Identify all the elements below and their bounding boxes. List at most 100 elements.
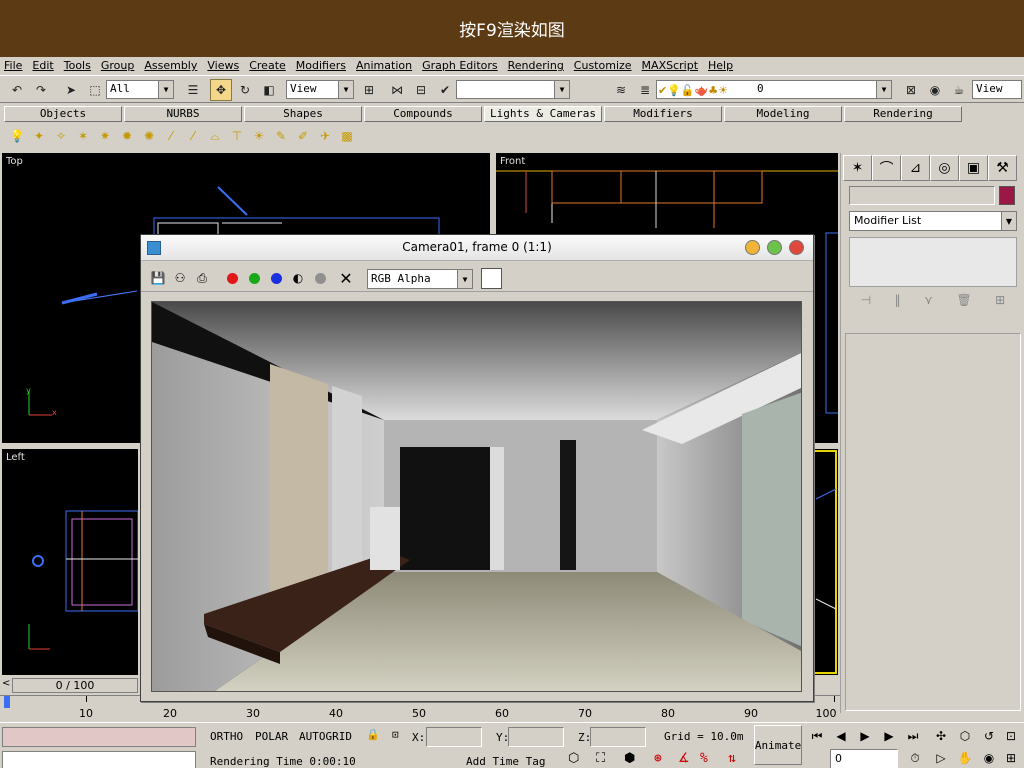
- arc-rotate-icon[interactable]: ⬡: [954, 727, 976, 745]
- render-type-dropdown[interactable]: View: [972, 80, 1022, 99]
- menu-assembly[interactable]: Assembly: [144, 59, 197, 72]
- camera-tool-icon[interactable]: ▩: [336, 126, 358, 146]
- close-icon[interactable]: [789, 240, 804, 255]
- menu-create[interactable]: Create: [249, 59, 286, 72]
- cube-icon[interactable]: ⬢: [624, 751, 635, 766]
- free-camera-icon[interactable]: ✐: [292, 126, 314, 146]
- material-editor-icon[interactable]: ◉: [924, 79, 946, 101]
- free-spot-icon[interactable]: ✧: [50, 126, 72, 146]
- eye-icon[interactable]: ◉: [978, 749, 1000, 767]
- save-icon[interactable]: 💾: [149, 269, 167, 287]
- omni-light-icon[interactable]: 💡: [6, 126, 28, 146]
- area-light-icon[interactable]: ⁄: [182, 126, 204, 146]
- linear-light-icon[interactable]: ⁄: [160, 126, 182, 146]
- mirror-icon[interactable]: ⋈: [386, 79, 408, 101]
- rotate-icon[interactable]: ↻: [234, 79, 256, 101]
- maximize-viewport-icon[interactable]: ⊡: [1000, 727, 1022, 745]
- polar-toggle[interactable]: POLAR: [255, 730, 288, 743]
- region-select-icon[interactable]: ⬚: [84, 79, 106, 101]
- hand-icon[interactable]: ✋: [954, 749, 976, 767]
- goto-end-icon[interactable]: ⏭: [902, 727, 924, 745]
- show-end-result-icon[interactable]: ‖: [895, 293, 901, 313]
- channel-dropdown[interactable]: RGB Alpha ▼: [367, 269, 473, 289]
- redo-icon[interactable]: ↷: [30, 79, 52, 101]
- alpha-channel-icon[interactable]: ◐: [289, 269, 307, 287]
- selection-filter-dropdown[interactable]: All ▼: [106, 80, 174, 99]
- camera-match-icon[interactable]: ✈: [314, 126, 336, 146]
- make-unique-icon[interactable]: ⋎: [924, 293, 933, 313]
- skylight-icon[interactable]: ✹: [116, 126, 138, 146]
- absolute-mode-icon[interactable]: ⊡: [392, 728, 399, 741]
- target-spot-icon[interactable]: ✦: [28, 126, 50, 146]
- tab-modifiers[interactable]: Modifiers: [604, 106, 722, 122]
- angle-snap-icon[interactable]: ∡: [678, 751, 690, 766]
- sunlight-icon[interactable]: ☀: [248, 126, 270, 146]
- autogrid-toggle[interactable]: AUTOGRID: [299, 730, 352, 743]
- minimize-icon[interactable]: [745, 240, 760, 255]
- tab-objects[interactable]: Objects: [4, 106, 122, 122]
- pin-stack-icon[interactable]: ⊣: [861, 293, 871, 313]
- remove-modifier-icon[interactable]: 🗑: [956, 293, 971, 313]
- layer-manager-icon[interactable]: ≋: [610, 79, 632, 101]
- schematic-icon[interactable]: ⊠: [900, 79, 922, 101]
- move-icon[interactable]: ✥: [210, 79, 232, 101]
- menu-rendering[interactable]: Rendering: [508, 59, 564, 72]
- snap-toggle-icon[interactable]: ⊛: [654, 751, 662, 766]
- utilities-tab-icon[interactable]: ⚒: [988, 155, 1017, 181]
- play-icon[interactable]: ▶: [854, 727, 876, 745]
- menu-animation[interactable]: Animation: [356, 59, 412, 72]
- select-arrow-icon[interactable]: ➤: [60, 79, 82, 101]
- animate-button[interactable]: Animate: [754, 725, 802, 765]
- menu-edit[interactable]: Edit: [32, 59, 53, 72]
- ortho-toggle[interactable]: ORTHO: [210, 730, 243, 743]
- pixel-color-swatch[interactable]: [481, 268, 502, 289]
- tab-compounds[interactable]: Compounds: [364, 106, 482, 122]
- render-teapot-icon[interactable]: ☕: [948, 79, 970, 101]
- prev-frame-icon[interactable]: ◀: [830, 727, 852, 745]
- green-channel-icon[interactable]: [245, 269, 263, 287]
- menu-tools[interactable]: Tools: [64, 59, 91, 72]
- display-tab-icon[interactable]: ▣: [959, 155, 988, 181]
- maxscript-listener-mini[interactable]: [2, 727, 196, 747]
- clone-icon[interactable]: ⚇: [171, 269, 189, 287]
- ref-coord-dropdown[interactable]: View ▼: [286, 80, 354, 99]
- x-coordinate-field[interactable]: [426, 727, 482, 747]
- blue-channel-icon[interactable]: [267, 269, 285, 287]
- tab-rendering[interactable]: Rendering: [844, 106, 962, 122]
- y-coordinate-field[interactable]: [508, 727, 564, 747]
- motion-tab-icon[interactable]: ◎: [930, 155, 959, 181]
- object-name-field[interactable]: [849, 186, 995, 205]
- menu-graph-editors[interactable]: Graph Editors: [422, 59, 498, 72]
- tab-modeling[interactable]: Modeling: [724, 106, 842, 122]
- spot-cone-icon[interactable]: ⌓: [204, 126, 226, 146]
- print-icon[interactable]: ⎙: [193, 269, 211, 287]
- spinner-snap-icon[interactable]: ✔: [434, 79, 456, 101]
- z-coordinate-field[interactable]: [590, 727, 646, 747]
- render-window-titlebar[interactable]: Camera01, frame 0 (1:1): [141, 235, 813, 261]
- tab-lights-cameras[interactable]: Lights & Cameras: [484, 106, 602, 122]
- menu-modifiers[interactable]: Modifiers: [296, 59, 346, 72]
- tab-nurbs[interactable]: NURBS: [124, 106, 242, 122]
- menu-customize[interactable]: Customize: [574, 59, 632, 72]
- time-slider[interactable]: 0 / 100: [12, 678, 138, 693]
- create-tab-icon[interactable]: ✶: [843, 155, 872, 181]
- hierarchy-tab-icon[interactable]: ⊿: [901, 155, 930, 181]
- pan-icon[interactable]: ✣: [930, 727, 952, 745]
- select-by-name-icon[interactable]: ☰: [182, 79, 204, 101]
- selection-lock-icon[interactable]: ⬡: [568, 751, 579, 766]
- time-config-icon[interactable]: ⏱: [904, 749, 926, 767]
- layers-icon[interactable]: ≣: [634, 79, 656, 101]
- pivot-icon[interactable]: ⊞: [358, 79, 380, 101]
- object-color-swatch[interactable]: [999, 186, 1015, 205]
- percent-snap-icon[interactable]: %: [700, 751, 708, 766]
- menu-file[interactable]: File: [4, 59, 22, 72]
- crossing-icon[interactable]: ⛶: [596, 751, 605, 766]
- undo-icon[interactable]: ↶: [6, 79, 28, 101]
- red-channel-icon[interactable]: [223, 269, 241, 287]
- clear-icon[interactable]: ✕: [337, 269, 355, 288]
- align-icon[interactable]: ⊟: [410, 79, 432, 101]
- orbit-icon[interactable]: ↺: [978, 727, 1000, 745]
- menu-help[interactable]: Help: [708, 59, 733, 72]
- prev-key-icon[interactable]: <: [2, 678, 10, 689]
- maximize-icon[interactable]: [767, 240, 782, 255]
